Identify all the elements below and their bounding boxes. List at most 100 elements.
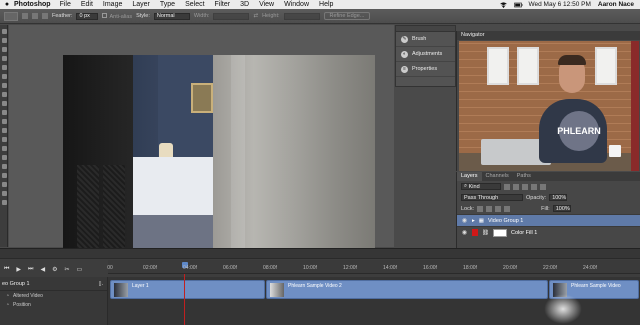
quick-select-tool-icon[interactable]: [2, 56, 7, 61]
shape-tool-icon[interactable]: [2, 182, 7, 187]
track-options-icon[interactable]: ▯.: [98, 281, 103, 287]
blend-mode-select[interactable]: Pass Through: [461, 194, 523, 201]
ruler-tick: 20:00f: [503, 265, 517, 271]
lasso-tool-icon[interactable]: [2, 47, 7, 52]
settings-gear-icon[interactable]: ⚙: [52, 266, 57, 273]
battery-icon[interactable]: [514, 2, 523, 8]
track-property-position[interactable]: ◔ Position: [0, 300, 107, 309]
history-brush-tool-icon[interactable]: [2, 110, 7, 115]
track-video-group[interactable]: eo Group 1 ▯.: [0, 277, 107, 291]
kind-filter-select[interactable]: ⌕ Kind: [461, 183, 501, 190]
type-tool-icon[interactable]: [2, 164, 7, 169]
menu-3d[interactable]: 3D: [240, 1, 249, 8]
visibility-eye-icon[interactable]: ◉: [461, 229, 468, 236]
tab-paths[interactable]: Paths: [513, 172, 535, 181]
refine-edge-button[interactable]: Refine Edge...: [323, 12, 371, 20]
fill-input[interactable]: 100%: [552, 205, 571, 212]
clip-layer-1[interactable]: Layer 1: [110, 280, 265, 299]
play-icon[interactable]: ▶: [16, 266, 21, 273]
brush-panel-button[interactable]: ✎ Brush: [396, 32, 455, 47]
width-input[interactable]: [213, 12, 250, 20]
selection-subtract-icon[interactable]: [42, 13, 48, 19]
height-input[interactable]: [283, 12, 320, 20]
filter-shape-icon[interactable]: [531, 183, 537, 190]
tab-channels[interactable]: Channels: [482, 172, 513, 181]
transition-icon[interactable]: ▭: [76, 266, 82, 273]
menu-window[interactable]: Window: [284, 1, 309, 8]
filter-pixel-icon[interactable]: [504, 183, 510, 190]
adjustments-panel-button[interactable]: ◐ Adjustments: [396, 47, 455, 62]
crop-tool-icon[interactable]: [2, 65, 7, 70]
lock-all-icon[interactable]: [504, 205, 511, 212]
feather-input[interactable]: 0 px: [76, 12, 99, 20]
marquee-tool-icon[interactable]: [2, 38, 7, 43]
blur-tool-icon[interactable]: [2, 137, 7, 142]
filter-adjustment-icon[interactable]: [513, 183, 519, 190]
menu-help[interactable]: Help: [319, 1, 333, 8]
playback-controls: ⏮ ▶ ⏭ ◀ ⚙ ✂ ▭: [0, 262, 108, 276]
lock-pixels-icon[interactable]: [486, 205, 493, 212]
fill-color-swatch[interactable]: [472, 229, 478, 236]
marquee-tool-preset-icon[interactable]: [4, 11, 18, 21]
visibility-eye-icon[interactable]: ◉: [461, 217, 468, 224]
healing-tool-icon[interactable]: [2, 83, 7, 88]
menu-layer[interactable]: Layer: [132, 1, 150, 8]
zoom-tool-icon[interactable]: [2, 200, 7, 205]
stopwatch-icon[interactable]: ◔: [6, 293, 9, 299]
menu-select[interactable]: Select: [185, 1, 204, 8]
selection-mode-icon[interactable]: [22, 13, 28, 19]
track-property-altered-video[interactable]: ◔ Altered Video: [0, 291, 107, 300]
menu-image[interactable]: Image: [103, 1, 122, 8]
lock-position-icon[interactable]: [495, 205, 502, 212]
antialias-checkbox[interactable]: Anti-alias: [102, 12, 132, 20]
go-to-first-frame-icon[interactable]: ⏮: [4, 266, 9, 273]
split-scissors-icon[interactable]: ✂: [64, 266, 69, 273]
layer-mask-thumbnail[interactable]: [492, 228, 507, 237]
person-silhouette: [63, 55, 133, 257]
path-select-tool-icon[interactable]: [2, 173, 7, 178]
brush-tool-icon[interactable]: [2, 92, 7, 97]
eraser-tool-icon[interactable]: [2, 119, 7, 124]
selection-add-icon[interactable]: [32, 13, 38, 19]
hand-tool-icon[interactable]: [2, 191, 7, 196]
layer-video-group-1[interactable]: ◉ ▸ ▦ Video Group 1: [457, 214, 640, 226]
layers-panel-tabs: Layers Channels Paths: [457, 172, 640, 181]
opacity-input[interactable]: 100%: [549, 194, 568, 201]
apple-menu-icon[interactable]: ●: [0, 1, 14, 8]
properties-panel-button[interactable]: ≡ Properties: [396, 62, 455, 77]
menu-edit[interactable]: Edit: [81, 1, 93, 8]
filter-smart-object-icon[interactable]: [540, 183, 546, 190]
menu-filter[interactable]: Filter: [215, 1, 231, 8]
app-menu[interactable]: Photoshop: [14, 1, 51, 8]
document-canvas-area[interactable]: [9, 25, 394, 257]
pen-tool-icon[interactable]: [2, 155, 7, 160]
layer-color-fill-1[interactable]: ◉ ⛓ Color Fill 1: [457, 226, 640, 238]
tab-layers[interactable]: Layers: [457, 172, 482, 181]
eyedropper-tool-icon[interactable]: [2, 74, 7, 79]
ruler-tick: 06:00f: [223, 265, 237, 271]
move-tool-icon[interactable]: [2, 29, 7, 34]
lock-transparency-icon[interactable]: [477, 205, 484, 212]
swap-icon[interactable]: ⇄: [253, 13, 258, 19]
menu-view[interactable]: View: [259, 1, 274, 8]
dodge-tool-icon[interactable]: [2, 146, 7, 151]
menu-file[interactable]: File: [60, 1, 71, 8]
gradient-tool-icon[interactable]: [2, 128, 7, 133]
go-to-last-frame-icon[interactable]: ⏭: [28, 266, 33, 273]
document-image[interactable]: [63, 55, 375, 257]
user-name[interactable]: Aaron Nace: [598, 1, 634, 8]
menu-type[interactable]: Type: [160, 1, 175, 8]
tab-navigator[interactable]: Navigator: [457, 31, 640, 40]
audio-icon[interactable]: ◀: [40, 266, 45, 273]
stamp-tool-icon[interactable]: [2, 101, 7, 106]
navigator-preview[interactable]: PHLEARN: [459, 41, 639, 171]
wifi-icon[interactable]: [500, 1, 508, 8]
expand-arrow-icon[interactable]: ▸: [472, 218, 475, 224]
stopwatch-icon[interactable]: ◔: [6, 302, 9, 308]
clock[interactable]: Wed May 6 12:50 PM: [528, 1, 590, 8]
phlearn-logo: PHLEARN: [557, 111, 601, 151]
style-select[interactable]: Normal: [153, 12, 190, 20]
clip-phlearn-sample-video-2[interactable]: Phlearn Sample Video 2: [266, 280, 548, 299]
time-ruler[interactable]: 00 02:00f 04:00f 06:00f 08:00f 10:00f 12…: [107, 260, 640, 274]
filter-type-icon[interactable]: [522, 183, 528, 190]
